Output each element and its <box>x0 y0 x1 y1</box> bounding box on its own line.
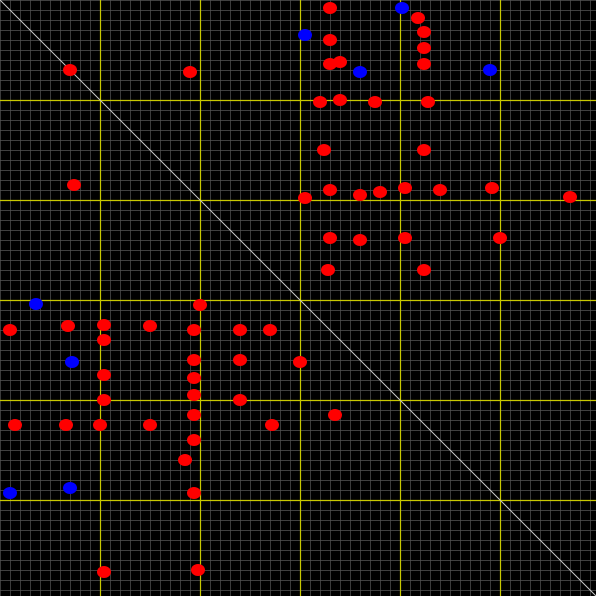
data-point <box>143 419 157 431</box>
data-point <box>61 320 75 332</box>
data-point <box>97 319 111 331</box>
data-point <box>293 356 307 368</box>
data-point <box>8 419 22 431</box>
data-point <box>187 354 201 366</box>
data-point <box>97 394 111 406</box>
data-point <box>323 34 337 46</box>
data-point <box>97 369 111 381</box>
data-point <box>368 96 382 108</box>
data-point <box>417 264 431 276</box>
data-point <box>485 182 499 194</box>
data-point <box>417 144 431 156</box>
data-point <box>183 66 197 78</box>
data-point <box>3 324 17 336</box>
data-point <box>333 56 347 68</box>
data-point <box>483 64 497 76</box>
data-point <box>298 29 312 41</box>
data-point <box>433 184 447 196</box>
data-point <box>59 419 73 431</box>
data-point <box>317 144 331 156</box>
data-point <box>97 334 111 346</box>
diagonal-line <box>0 0 596 596</box>
data-point <box>328 409 342 421</box>
data-point <box>323 184 337 196</box>
data-point <box>29 298 43 310</box>
data-point <box>233 394 247 406</box>
data-point <box>143 320 157 332</box>
data-point <box>97 566 111 578</box>
data-point <box>191 564 205 576</box>
data-point <box>417 42 431 54</box>
data-point <box>187 389 201 401</box>
data-point <box>398 182 412 194</box>
data-point <box>323 2 337 14</box>
data-point <box>63 482 77 494</box>
data-point <box>321 264 335 276</box>
data-point <box>193 299 207 311</box>
data-point <box>233 324 247 336</box>
data-point <box>353 189 367 201</box>
data-point <box>333 94 347 106</box>
data-point <box>421 96 435 108</box>
data-point <box>233 354 247 366</box>
data-point <box>313 96 327 108</box>
data-point <box>178 454 192 466</box>
data-point <box>395 2 409 14</box>
data-point <box>63 64 77 76</box>
data-point <box>67 179 81 191</box>
data-point <box>93 419 107 431</box>
data-point <box>187 372 201 384</box>
data-point <box>323 232 337 244</box>
data-point <box>563 191 577 203</box>
data-point <box>187 487 201 499</box>
data-point <box>187 324 201 336</box>
data-point <box>353 66 367 78</box>
data-point <box>263 324 277 336</box>
data-point <box>353 234 367 246</box>
data-point <box>65 356 79 368</box>
data-point <box>493 232 507 244</box>
data-point <box>373 186 387 198</box>
data-point <box>187 409 201 421</box>
data-point <box>398 232 412 244</box>
data-point <box>187 434 201 446</box>
contact-map-plot <box>0 0 596 596</box>
data-point <box>298 192 312 204</box>
data-point <box>417 58 431 70</box>
data-point <box>265 419 279 431</box>
data-point <box>3 487 17 499</box>
data-point <box>417 26 431 38</box>
data-point <box>411 12 425 24</box>
